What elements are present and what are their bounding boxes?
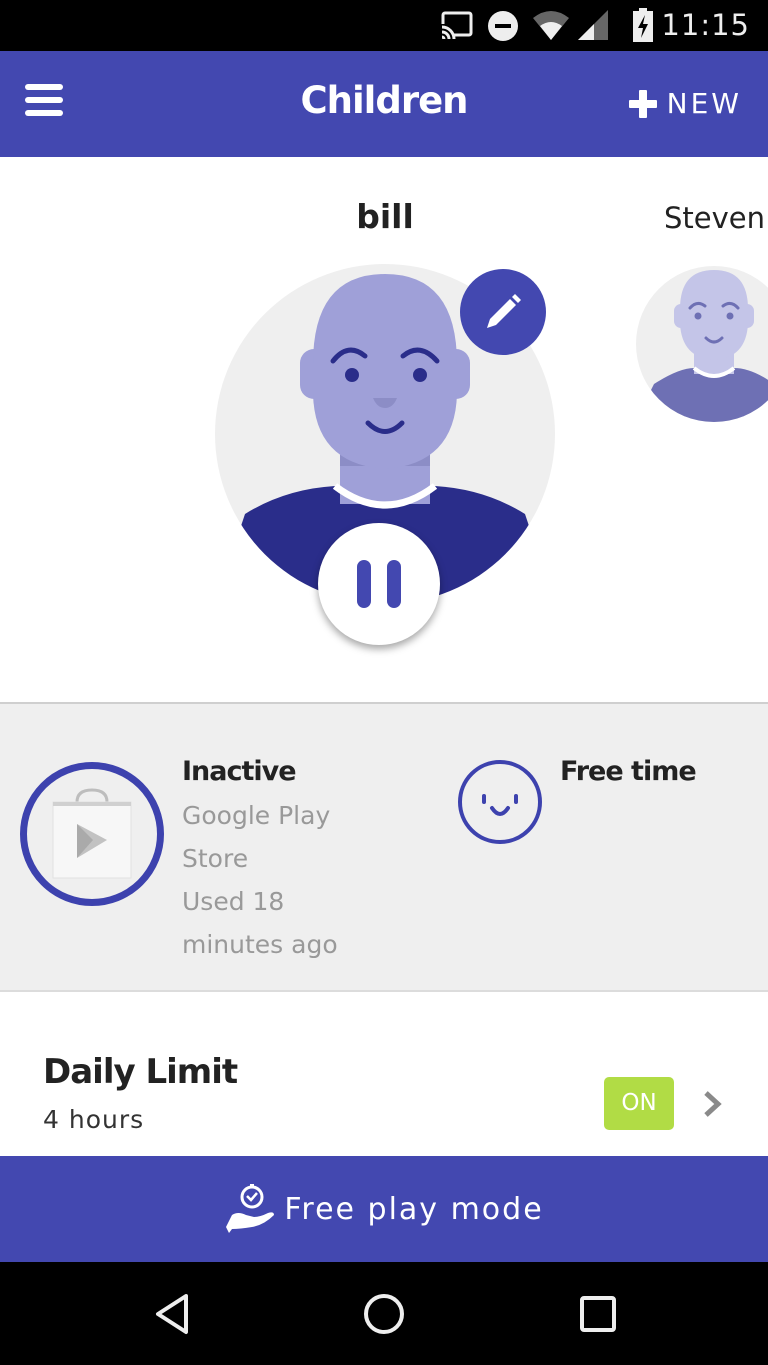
app-name-line1: Google Play xyxy=(182,801,331,830)
new-label: NEW xyxy=(666,87,742,120)
chevron-right-icon[interactable] xyxy=(700,1089,724,1119)
activity-details: Google Play Store Used 18 minutes ago xyxy=(182,794,412,966)
pause-icon xyxy=(357,560,371,608)
activity-status: Inactive xyxy=(182,756,297,787)
daily-limit-title: Daily Limit xyxy=(43,1052,238,1092)
wifi-icon xyxy=(533,11,569,40)
app-name-line2: Store xyxy=(182,844,249,873)
google-play-store-icon xyxy=(52,788,132,879)
child-name-selected: bill xyxy=(356,197,414,236)
plus-icon xyxy=(628,89,657,118)
pencil-icon xyxy=(487,294,521,328)
pause-button[interactable] xyxy=(318,523,440,645)
mode-label: Free time xyxy=(560,756,697,787)
last-used-line1: Used 18 xyxy=(182,887,285,916)
child-name-next[interactable]: Steven xyxy=(664,201,765,235)
free-play-mode-label: Free play mode xyxy=(284,1191,544,1227)
app-bar: Children NEW xyxy=(0,51,768,157)
cast-icon xyxy=(440,11,473,40)
daily-limit-status-badge[interactable]: ON xyxy=(604,1077,674,1130)
back-icon[interactable] xyxy=(152,1292,192,1336)
free-time-mode-button[interactable] xyxy=(458,760,542,844)
edit-child-button[interactable] xyxy=(460,269,546,355)
pause-icon-bar xyxy=(387,560,401,608)
home-icon[interactable] xyxy=(362,1292,406,1336)
do-not-disturb-icon xyxy=(488,11,518,41)
current-app-button[interactable] xyxy=(20,762,164,906)
child-avatar-next[interactable] xyxy=(634,264,768,424)
system-nav-bar xyxy=(0,1262,768,1365)
hand-clock-icon xyxy=(226,1184,275,1233)
battery-charging-icon xyxy=(633,8,653,42)
activity-panel: Inactive Google Play Store Used 18 minut… xyxy=(0,702,768,992)
children-carousel[interactable]: bill Steven xyxy=(0,157,768,702)
smiley-icon xyxy=(482,794,518,816)
recents-icon[interactable] xyxy=(578,1292,618,1336)
new-child-button[interactable]: NEW xyxy=(628,87,742,120)
last-used-line2: minutes ago xyxy=(182,930,338,959)
status-bar: 11:15 xyxy=(0,0,768,51)
clock: 11:15 xyxy=(661,8,750,42)
cell-signal-icon xyxy=(578,10,608,40)
free-play-mode-button[interactable]: Free play mode xyxy=(0,1156,768,1262)
daily-limit-row[interactable]: Daily Limit 4 hours ON xyxy=(0,992,768,1156)
daily-limit-value: 4 hours xyxy=(43,1105,145,1134)
